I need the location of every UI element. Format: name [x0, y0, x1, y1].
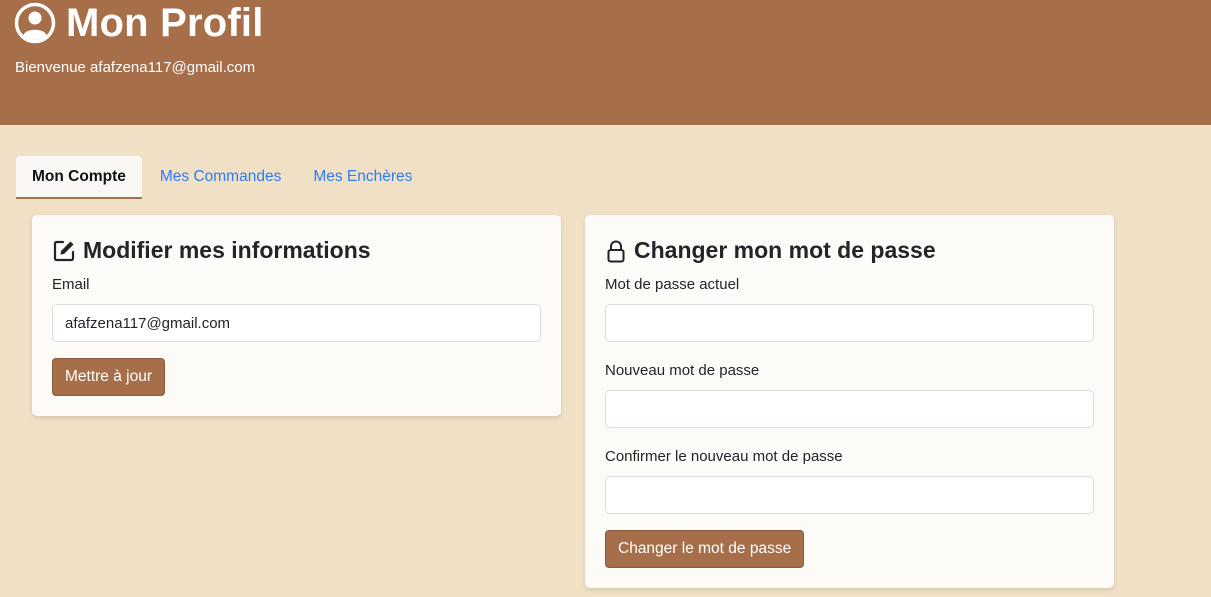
profile-tabs: Mon Compte Mes Commandes Mes Enchères	[16, 156, 428, 199]
email-field[interactable]	[52, 304, 541, 342]
tab-mon-compte[interactable]: Mon Compte	[16, 156, 142, 199]
edit-info-title-text: Modifier mes informations	[83, 237, 371, 263]
confirm-password-label: Confirmer le nouveau mot de passe	[605, 448, 843, 465]
profile-header: Mon Profil Bienvenue afafzena117@gmail.c…	[0, 0, 1211, 125]
change-password-title-text: Changer mon mot de passe	[634, 237, 936, 263]
tab-mes-encheres[interactable]: Mes Enchères	[297, 156, 428, 197]
confirm-password-field[interactable]	[605, 476, 1094, 514]
page-title: Mon Profil	[14, 0, 264, 46]
current-password-field[interactable]	[605, 304, 1094, 342]
change-password-title: Changer mon mot de passe	[605, 237, 936, 264]
change-password-button[interactable]: Changer le mot de passe	[605, 530, 805, 568]
email-label: Email	[52, 276, 90, 293]
new-password-label: Nouveau mot de passe	[605, 362, 760, 379]
update-button[interactable]: Mettre à jour	[52, 358, 166, 396]
edit-icon	[53, 240, 75, 261]
lock-icon	[607, 240, 625, 262]
page-title-text: Mon Profil	[66, 1, 264, 45]
tab-mes-commandes[interactable]: Mes Commandes	[144, 156, 297, 197]
edit-info-card: Modifier mes informations Email Mettre à…	[32, 215, 561, 416]
user-circle-icon	[14, 2, 56, 44]
edit-info-title: Modifier mes informations	[52, 237, 371, 264]
current-password-label: Mot de passe actuel	[605, 276, 740, 293]
welcome-message: Bienvenue afafzena117@gmail.com	[15, 59, 256, 76]
change-password-card: Changer mon mot de passe Mot de passe ac…	[585, 215, 1114, 588]
new-password-field[interactable]	[605, 390, 1094, 428]
